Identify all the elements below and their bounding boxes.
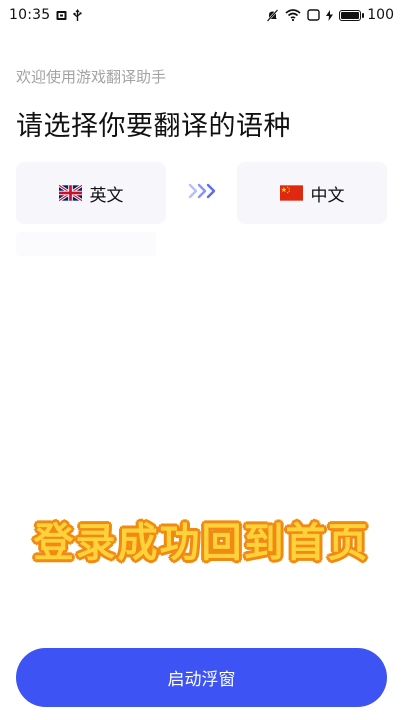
status-bar-left: 10:35 bbox=[9, 7, 82, 23]
start-floating-window-button[interactable]: 启动浮窗 bbox=[16, 648, 387, 707]
faint-placeholder-area bbox=[16, 232, 156, 256]
app-screen: 10:35 100 欢迎使用游戏翻译助手 请选择你要翻译的语种 英文 中文 登录… bbox=[0, 0, 403, 720]
source-language-button[interactable]: 英文 bbox=[16, 162, 166, 224]
status-bar: 10:35 100 bbox=[0, 0, 403, 30]
target-language-label: 中文 bbox=[310, 185, 345, 206]
status-time: 10:35 bbox=[9, 7, 51, 23]
welcome-text: 欢迎使用游戏翻译助手 bbox=[16, 68, 167, 86]
uk-flag-icon bbox=[57, 184, 83, 202]
target-language-button[interactable]: 中文 bbox=[237, 162, 387, 224]
wifi-icon bbox=[285, 9, 301, 21]
china-flag-icon bbox=[279, 185, 303, 201]
page-title: 请选择你要翻译的语种 bbox=[16, 111, 291, 142]
status-bar-right: 100 bbox=[266, 7, 394, 23]
triple-chevron-right-icon bbox=[187, 182, 217, 204]
usb-icon bbox=[73, 8, 82, 22]
language-selector: 英文 中文 bbox=[16, 162, 387, 224]
sim-card-icon bbox=[56, 10, 67, 21]
source-language-label: 英文 bbox=[89, 185, 124, 206]
login-success-banner: 登录成功回到首页 bbox=[33, 520, 370, 566]
battery-level: 100 bbox=[367, 7, 394, 23]
mute-icon bbox=[266, 8, 279, 22]
battery-icon bbox=[339, 9, 365, 21]
portrait-lock-icon bbox=[307, 9, 320, 21]
swap-languages-button[interactable] bbox=[172, 182, 232, 204]
charging-icon bbox=[326, 9, 334, 21]
